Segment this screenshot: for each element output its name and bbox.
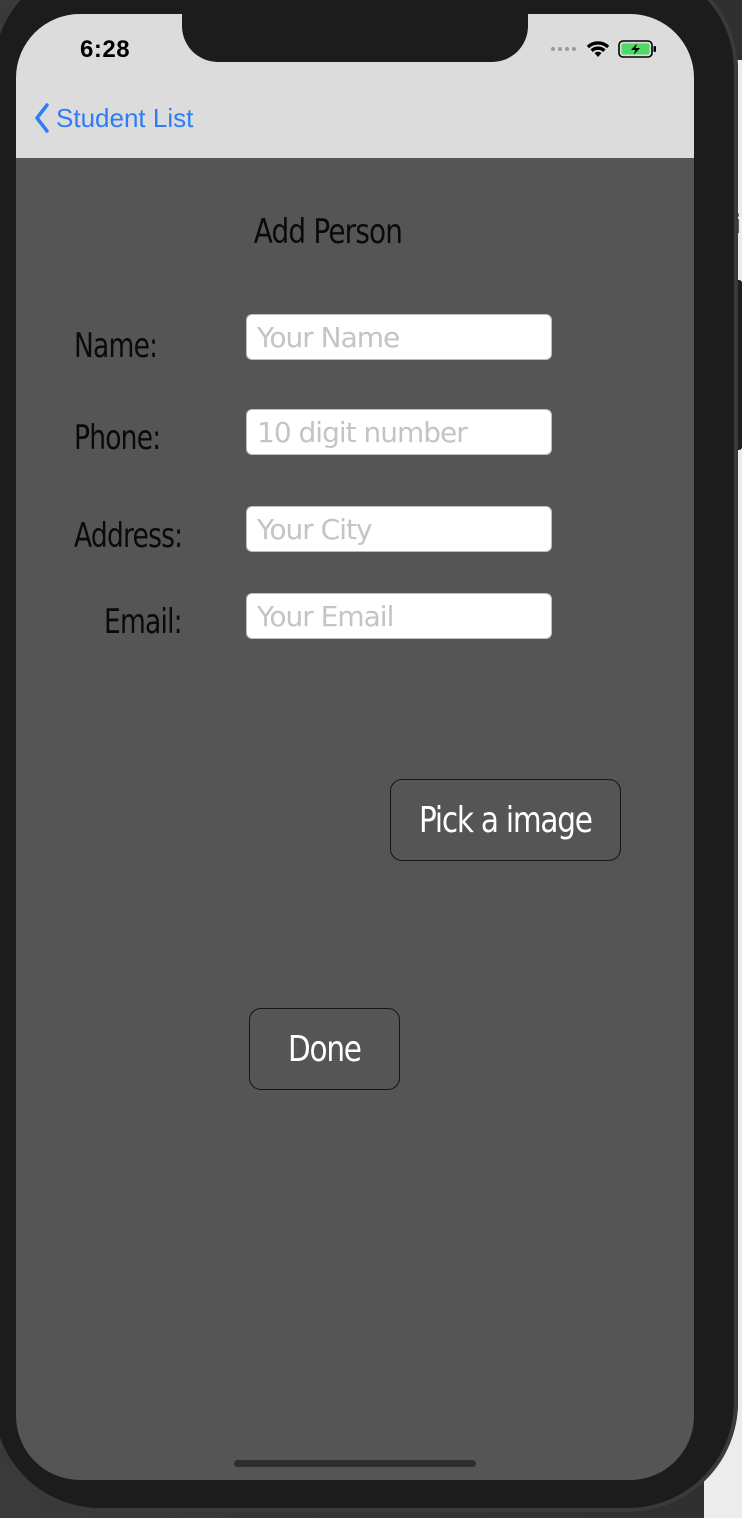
pick-image-button-label: Pick a image (419, 799, 593, 841)
battery-charging-icon (618, 40, 656, 58)
back-button-label: Student List (56, 102, 194, 133)
phone-field[interactable] (246, 409, 552, 455)
wifi-icon (586, 41, 610, 57)
navigation-bar: 6:28 Student List (16, 14, 694, 158)
done-button-label: Done (288, 1028, 362, 1070)
name-label: Name: (74, 326, 158, 366)
chevron-left-icon (35, 103, 49, 133)
address-field[interactable] (246, 506, 552, 552)
cellular-signal-icon (551, 47, 576, 51)
phone-label: Phone: (74, 418, 161, 458)
device-frame: 6:28 Student List Add Person Name: Your … (0, 0, 738, 1512)
page-title: Add Person (253, 212, 403, 252)
status-time: 6:28 (80, 36, 131, 63)
name-field[interactable] (246, 314, 552, 360)
home-indicator[interactable] (234, 1460, 476, 1467)
done-button[interactable]: Done (249, 1008, 400, 1090)
device-screen: 6:28 Student List Add Person Name: Your … (16, 14, 694, 1480)
status-icons (551, 39, 658, 59)
email-label: Email: (104, 602, 183, 642)
back-button[interactable]: Student List (34, 102, 193, 134)
device-notch (182, 14, 528, 62)
address-label: Address: (74, 516, 183, 556)
email-field[interactable] (246, 593, 552, 639)
pick-image-button[interactable]: Pick a image (390, 779, 621, 861)
